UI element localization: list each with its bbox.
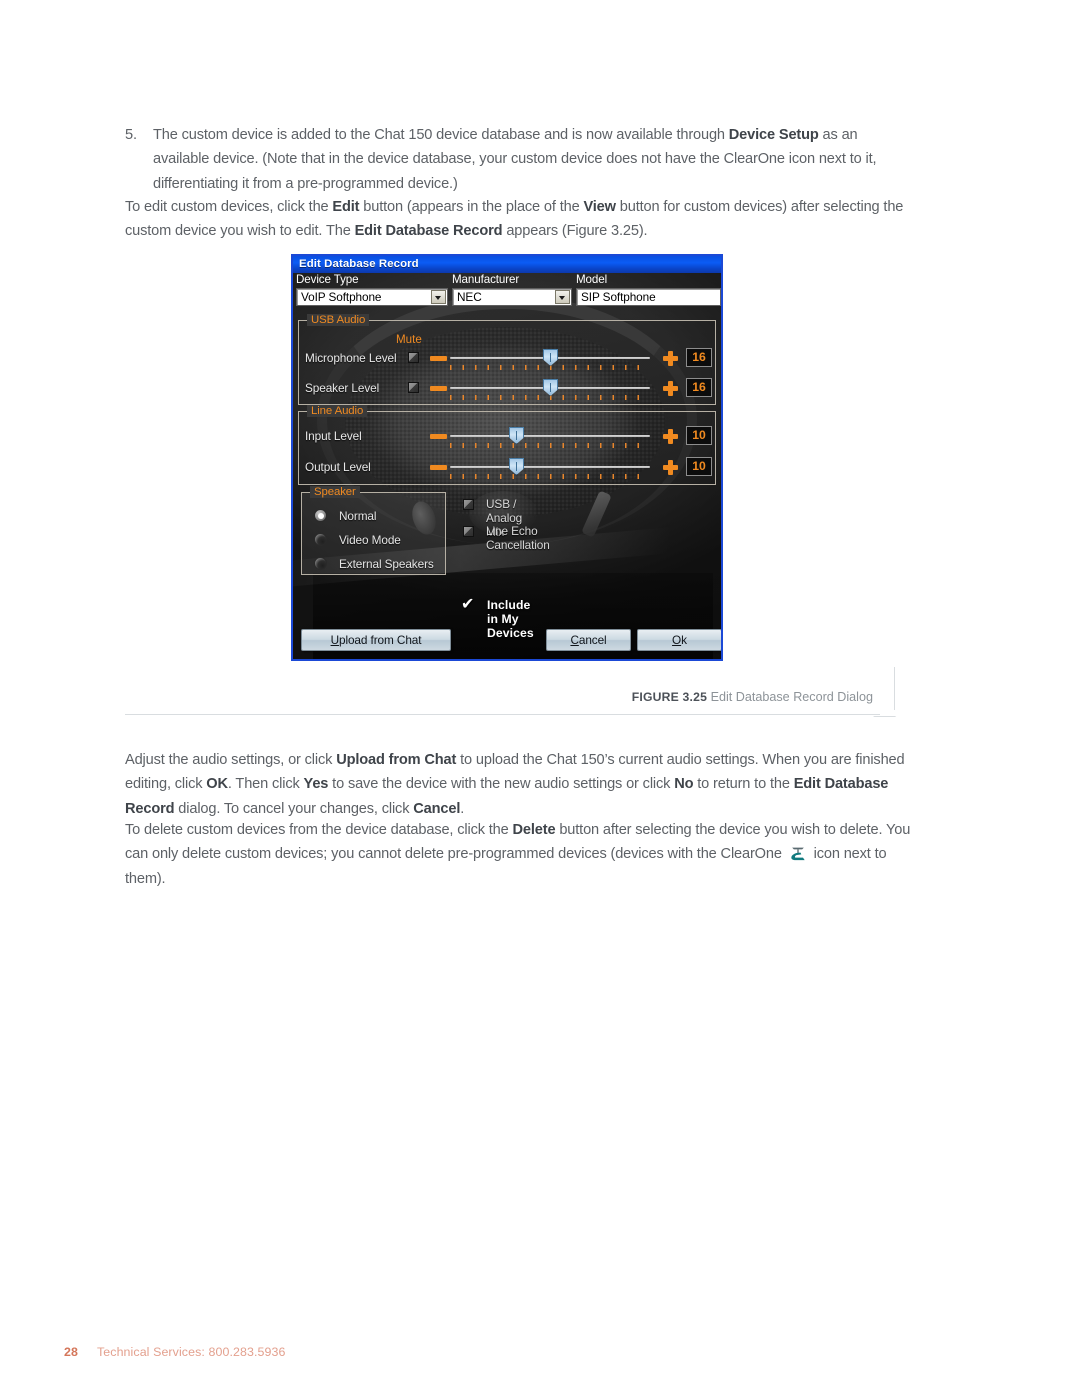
input-level-knob[interactable] [509, 427, 524, 444]
numbered-step-5: 5. The custom device is added to the Cha… [125, 123, 915, 196]
plus-icon[interactable] [663, 351, 678, 366]
checkmark-icon: ✔ [461, 596, 475, 613]
speaker-option-label: Video Mode [339, 533, 401, 547]
step-number: 5. [125, 127, 137, 143]
microphone-level-label: Microphone Level [305, 351, 397, 365]
minus-icon[interactable] [430, 465, 447, 470]
plus-icon[interactable] [663, 381, 678, 396]
speaker-option-normal[interactable]: Normal [314, 505, 439, 529]
output-level-ticks [450, 474, 650, 479]
input-level-ticks [450, 443, 650, 448]
speaker-level-ticks [450, 395, 650, 400]
caption-corner-fold [873, 708, 907, 717]
speaker-option-label: External Speakers [339, 557, 434, 571]
device-fields-row: Device Type VoIP Softphone Manufacturer … [296, 273, 721, 313]
speaker-mode-group: Speaker Normal Video Mode External Speak… [301, 486, 446, 577]
manufacturer-label: Manufacturer [452, 273, 520, 286]
caption-rule-right [894, 667, 895, 710]
upload-from-chat-button[interactable]: Upload from Chat [301, 629, 451, 651]
manufacturer-field: Manufacturer NEC [452, 273, 572, 306]
output-level-knob[interactable] [509, 458, 524, 475]
input-level-row: Input Level 10 [293, 423, 721, 453]
microphone-level-ticks [450, 365, 650, 370]
footer-page-number: 28 [64, 1345, 78, 1359]
figure-caption: FIGURE 3.25 Edit Database Record Dialog [632, 690, 873, 704]
model-value: SIP Softphone [581, 290, 656, 304]
output-level-label: Output Level [305, 460, 371, 474]
input-level-track[interactable] [450, 435, 650, 437]
paragraph-delete-devices: To delete custom devices from the device… [125, 822, 911, 887]
plus-icon[interactable] [663, 429, 678, 444]
figure-label: FIGURE 3.25 [631, 690, 708, 704]
model-label: Model [576, 273, 608, 286]
microphone-mute-checkbox[interactable] [408, 352, 419, 363]
dialog-body: Device Type VoIP Softphone Manufacturer … [293, 273, 721, 659]
output-level-track[interactable] [450, 466, 650, 468]
manufacturer-combobox[interactable]: NEC [452, 288, 572, 306]
paragraph-edit-custom-devices: To edit custom devices, click the Edit b… [125, 199, 904, 240]
speaker-group-label: Speaker [310, 486, 360, 498]
speaker-level-label: Speaker Level [305, 381, 380, 395]
line-echo-cancellation-label: Line Echo Cancellation [486, 524, 550, 552]
clearone-logo-icon [788, 845, 808, 862]
microphone-level-row: Microphone Level 16 [293, 345, 721, 375]
output-level-row: Output Level 10 [293, 454, 721, 484]
speaker-level-knob[interactable] [543, 379, 558, 396]
dialog-title: Edit Database Record [299, 258, 419, 270]
edit-database-record-dialog[interactable]: Edit Database Record Device Type VoIP So… [291, 254, 723, 661]
microphone-level-value: 16 [686, 348, 712, 367]
microphone-level-knob[interactable] [543, 349, 558, 366]
manufacturer-value: NEC [457, 290, 482, 304]
output-level-value: 10 [686, 457, 712, 476]
document-page: 5. The custom device is added to the Cha… [0, 0, 1080, 1397]
checkbox-icon [463, 526, 474, 537]
checkbox-icon [463, 499, 474, 510]
model-field: Model SIP Softphone [576, 273, 721, 306]
figure-caption-frame: FIGURE 3.25 Edit Database Record Dialog [125, 664, 907, 717]
speaker-option-video-mode[interactable]: Video Mode [314, 529, 439, 553]
speaker-level-row: Speaker Level 16 [293, 375, 721, 405]
device-type-combobox[interactable]: VoIP Softphone [296, 288, 448, 306]
step-text: The custom device is added to the Chat 1… [153, 127, 877, 192]
input-level-label: Input Level [305, 429, 362, 443]
radio-unselected-icon [314, 533, 327, 546]
minus-icon[interactable] [430, 434, 447, 439]
chevron-down-icon[interactable] [431, 290, 446, 304]
model-input[interactable]: SIP Softphone [576, 288, 721, 306]
page-footer: 28 Technical Services: 800.283.5936 [64, 1345, 285, 1359]
caption-rule [125, 714, 880, 715]
device-type-field: Device Type VoIP Softphone [296, 273, 448, 306]
speaker-mute-checkbox[interactable] [408, 382, 419, 393]
input-level-value: 10 [686, 426, 712, 445]
usb-audio-group-label: USB Audio [307, 314, 370, 326]
plus-icon[interactable] [663, 460, 678, 475]
ok-button[interactable]: Ok [637, 629, 721, 651]
device-type-label: Device Type [296, 273, 359, 286]
cancel-button[interactable]: Cancel [546, 629, 631, 651]
include-in-my-devices-label: Include in My Devices [487, 598, 534, 640]
line-audio-group-label: Line Audio [307, 405, 368, 417]
speaker-level-value: 16 [686, 378, 712, 397]
footer-text: Technical Services: 800.283.5936 [96, 1345, 286, 1359]
chevron-down-icon[interactable] [555, 290, 570, 304]
speaker-option-label: Normal [339, 509, 377, 523]
radio-selected-icon [314, 509, 327, 522]
paragraph-adjust-audio: Adjust the audio settings, or click Uplo… [125, 752, 905, 817]
device-type-value: VoIP Softphone [301, 290, 382, 304]
minus-icon[interactable] [430, 386, 447, 391]
figure-caption-text: Edit Database Record Dialog [710, 690, 873, 704]
dialog-titlebar: Edit Database Record [293, 256, 721, 273]
radio-unselected-icon [314, 557, 327, 570]
minus-icon[interactable] [430, 356, 447, 361]
speaker-option-external-speakers[interactable]: External Speakers [314, 553, 439, 577]
